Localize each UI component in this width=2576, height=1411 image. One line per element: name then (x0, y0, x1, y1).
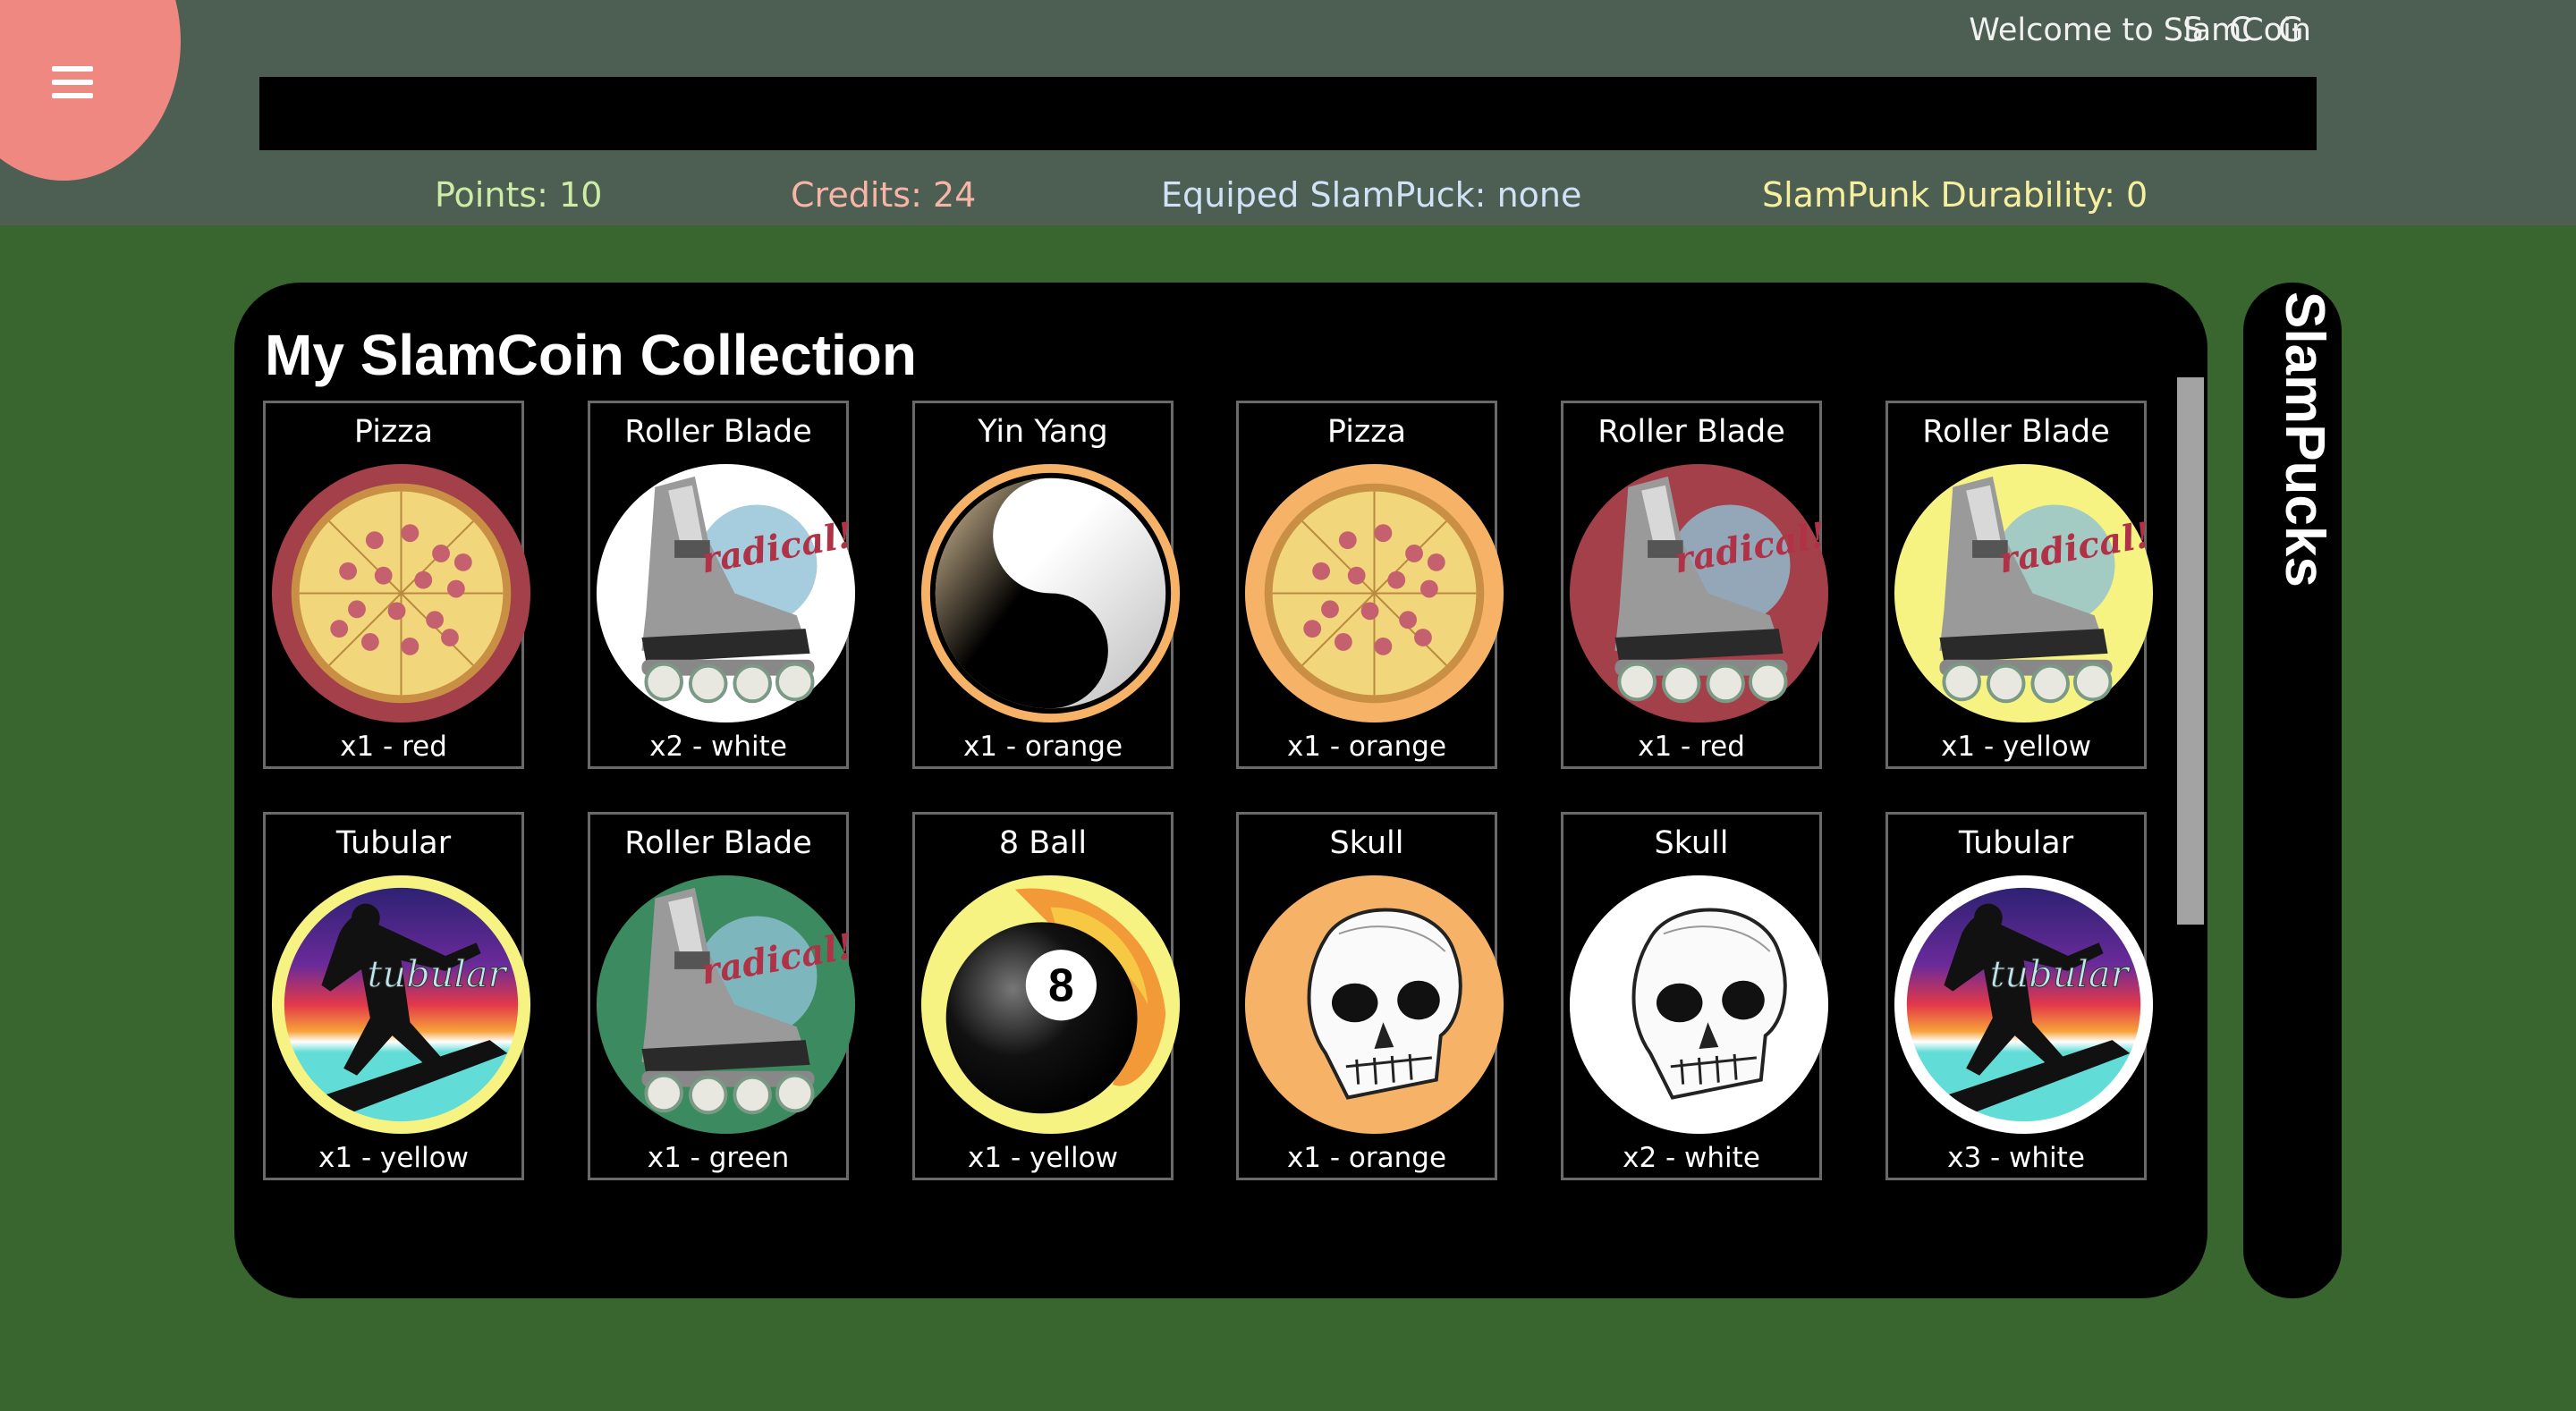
coin-name: Yin Yang (978, 414, 1108, 450)
equipped-slampuck-stat: Equiped SlamPuck: none (1161, 175, 1582, 215)
eight-ball-icon: 8 (918, 872, 1183, 1137)
coin-card[interactable]: Tubular tubular x1 - yellow (263, 812, 531, 1180)
durability-stat: SlamPunk Durability: 0 (1762, 175, 2148, 215)
coin-card[interactable]: Roller Blade radical! x1 - yellow (1885, 401, 2154, 769)
collection-panel: My SlamCoin Collection Pizza x1 - red Rol… (234, 283, 2207, 1298)
slampucks-panel[interactable]: SlamPucks (2243, 283, 2342, 1298)
roller-blade-icon: radical! (593, 460, 859, 726)
collection-scrollbar[interactable] (2177, 377, 2204, 925)
points-stat: Points: 10 (435, 175, 603, 215)
skull-icon (1566, 872, 1832, 1137)
tubular-text: tubular (1990, 952, 2131, 996)
pizza-icon (268, 460, 534, 726)
coin-name: Tubular (335, 825, 452, 861)
eight-text: 8 (1048, 959, 1074, 1011)
coin-card[interactable]: Pizza x1 - orange (1236, 401, 1504, 769)
message-bar (259, 77, 2317, 150)
roller-blade-icon: radical! (1566, 460, 1832, 726)
coin-count-color: x2 - white (1623, 1142, 1760, 1174)
coin-name: Roller Blade (624, 825, 812, 861)
top-header: Welcome to SlamCoin S C G Points: 10 Cre… (0, 0, 2576, 225)
hamburger-icon (52, 66, 93, 106)
tubular-text: tubular (368, 952, 508, 996)
coin-count-color: x1 - yellow (1941, 731, 2091, 763)
coin-card[interactable]: Skull x2 - white (1561, 812, 1829, 1180)
coin-name: Tubular (1958, 825, 2074, 861)
nav-link-s[interactable]: S (2182, 11, 2204, 49)
slampucks-label: SlamPucks (2274, 291, 2335, 587)
coin-card[interactable]: Pizza x1 - red (263, 401, 531, 769)
coin-name: Skull (1329, 825, 1404, 861)
coin-count-color: x3 - white (1947, 1142, 2085, 1174)
welcome-text: Welcome to SlamCoin (1969, 13, 2311, 48)
nav-link-g[interactable]: G (2278, 11, 2304, 49)
coin-card[interactable]: 8 Ball 8 x1 - yellow (912, 812, 1181, 1180)
coin-name: Roller Blade (1922, 414, 2110, 450)
coin-name: Skull (1654, 825, 1729, 861)
coin-card[interactable]: Roller Blade radical! x2 - white (588, 401, 856, 769)
coin-card[interactable]: Yin Yang x1 - orange (912, 401, 1181, 769)
coin-count-color: x1 - red (1638, 731, 1745, 763)
credits-stat: Credits: 24 (791, 175, 977, 215)
coin-count-color: x1 - orange (962, 731, 1123, 763)
coin-count-color: x1 - red (340, 731, 447, 763)
collection-title: My SlamCoin Collection (265, 323, 917, 387)
coin-count-color: x1 - green (647, 1142, 790, 1174)
coin-name: Roller Blade (624, 414, 812, 450)
coin-card[interactable]: Tubular tubular x3 - white (1885, 812, 2154, 1180)
surfer-icon: tubular (268, 872, 534, 1137)
surfer-icon: tubular (1891, 872, 2157, 1137)
coin-count-color: x1 - yellow (318, 1142, 469, 1174)
roller-blade-icon: radical! (593, 872, 859, 1137)
coin-card[interactable]: Roller Blade radical! x1 - green (588, 812, 856, 1180)
coin-count-color: x1 - orange (1286, 731, 1447, 763)
coin-name: Pizza (353, 414, 434, 450)
pizza-icon (1241, 460, 1507, 726)
skull-icon (1241, 872, 1507, 1137)
coin-card[interactable]: Roller Blade radical! x1 - red (1561, 401, 1829, 769)
coin-name: Pizza (1326, 414, 1407, 450)
yin-yang-icon (918, 460, 1183, 726)
coin-name: 8 Ball (998, 825, 1088, 861)
coin-card[interactable]: Skull x1 - orange (1236, 812, 1504, 1180)
coin-name: Roller Blade (1597, 414, 1785, 450)
coin-count-color: x2 - white (649, 731, 787, 763)
menu-button[interactable] (0, 0, 181, 181)
nav-link-c[interactable]: C (2229, 11, 2252, 49)
coin-count-color: x1 - orange (1286, 1142, 1447, 1174)
roller-blade-icon: radical! (1891, 460, 2157, 726)
coin-count-color: x1 - yellow (968, 1142, 1118, 1174)
